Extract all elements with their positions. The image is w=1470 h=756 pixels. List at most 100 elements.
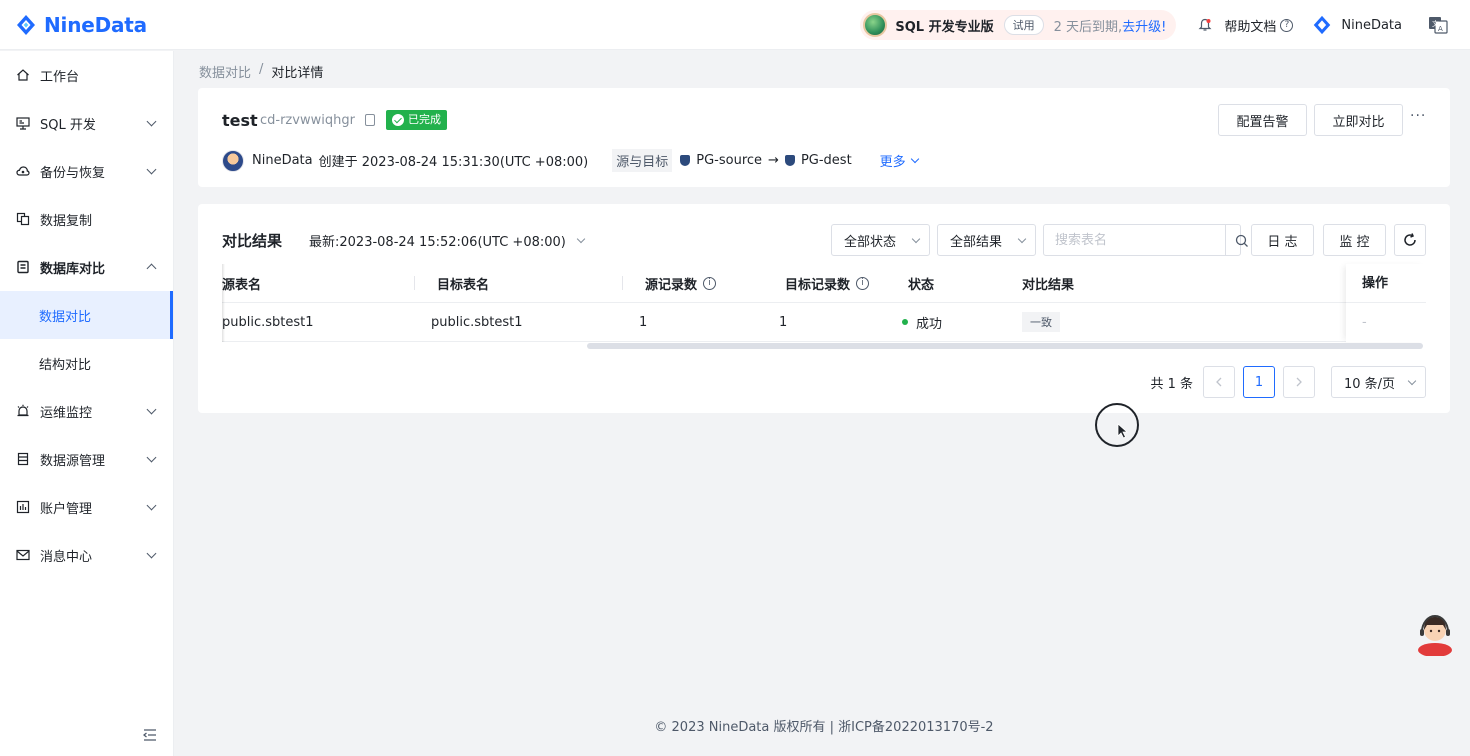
result-filter-value: 全部结果 [950,234,1003,250]
user-name: NineData [1341,17,1402,33]
sidebar-item-workbench[interactable]: 工作台 [0,51,173,99]
latest-run-select[interactable]: 最新:2023-08-24 15:52:06(UTC +08:00) [309,231,586,250]
user-menu[interactable]: NineData [1311,14,1402,36]
latest-run-text: 最新:2023-08-24 15:52:06(UTC +08:00) [309,235,566,250]
sidebar-item-sql-dev[interactable]: SQL 开发 [0,99,173,147]
status-text: 已完成 [408,113,441,126]
table-header: 源表名 目标表名 源记录数 i 目标记录数 i 状态 对比结果 [222,264,1426,303]
prev-page-button[interactable] [1203,366,1235,398]
alarm-icon [17,404,29,417]
breadcrumb: 数据对比 / 对比详情 [199,62,323,81]
check-circle-icon [392,114,404,126]
language-switch-icon[interactable]: 文 A [1428,15,1448,35]
sidebar: 工作台 SQL 开发 备份与恢复 数据复制 数据库对比 数据对比 结构对比 运维… [0,51,174,756]
status-badge: 已完成 [386,110,447,130]
col-label: 对比结果 [1022,277,1075,293]
scroll-shadow [222,264,225,342]
collapse-sidebar-icon[interactable] [143,729,157,741]
col-target-count: 目标记录数 i [762,274,902,293]
cell-target-table: public.sbtest1 [431,314,523,330]
col-label: 源记录数 [645,277,698,293]
info-icon[interactable]: i [703,276,717,290]
horizontal-scrollbar[interactable] [587,343,1423,349]
chevron-down-icon [146,164,157,175]
plan-banner[interactable]: SQL 开发专业版 试用 2 天后到期, 去升级! [860,10,1177,40]
col-source-count: 源记录数 i [622,274,762,293]
table-row[interactable]: public.sbtest1 public.sbtest1 1 1 成功 一致 [222,303,1426,342]
breadcrumb-parent[interactable]: 数据对比 [199,62,251,81]
compare-now-button[interactable]: 立即对比 [1314,104,1403,136]
status-text: 成功 [916,316,943,332]
sidebar-item-account[interactable]: 账户管理 [0,483,173,531]
more-link[interactable]: 更多 [879,151,919,170]
log-button[interactable]: 日 志 [1251,224,1314,256]
more-label: 更多 [879,155,906,170]
status-filter-select[interactable]: 全部状态 [831,224,930,256]
created-time: 创建于 2023-08-24 15:31:30(UTC +08:00) [318,155,589,170]
next-page-button[interactable] [1283,366,1315,398]
monitor-button[interactable]: 监 控 [1323,224,1386,256]
sidebar-item-datasource[interactable]: 数据源管理 [0,435,173,483]
result-table: 源表名 目标表名 源记录数 i 目标记录数 i 状态 对比结果 public.sbt… [222,264,1426,349]
sidebar-item-label: 数据源管理 [40,453,106,469]
col-operation: 操作 - [1346,264,1426,342]
page-size-select[interactable]: 10 条/页 [1331,366,1426,398]
sidebar-item-backup[interactable]: 备份与恢复 [0,147,173,195]
trial-badge: 试用 [1003,15,1044,35]
plan-avatar-icon [863,13,888,37]
help-label: 帮助文档 [1224,19,1277,35]
sidebar-sub-label: 结构对比 [39,357,92,373]
result-filter-select[interactable]: 全部结果 [937,224,1036,256]
top-bar: NineData SQL 开发专业版 试用 2 天后到期, 去升级! 帮助文档 … [0,0,1470,50]
user-avatar-icon [1314,15,1331,35]
col-label: 源表名 [222,277,262,293]
help-docs-link[interactable]: 帮助文档 ? [1224,16,1294,35]
cell-target-count: 1 [779,314,788,330]
sidebar-sub-label: 数据对比 [39,309,92,325]
plan-name: SQL 开发专业版 [895,19,994,35]
brand-logo[interactable]: NineData [14,13,147,37]
compare-result-card: 对比结果 最新:2023-08-24 15:52:06(UTC +08:00) … [198,204,1450,413]
sidebar-item-replication[interactable]: 数据复制 [0,195,173,243]
breadcrumb-current: 对比详情 [271,66,324,81]
table-search-input[interactable] [1044,225,1225,255]
result-chip: 一致 [1022,312,1060,332]
chevron-down-icon [1407,376,1417,386]
source-name: PG-source [696,153,763,168]
cursor-highlight [1095,403,1139,447]
creator-name: NineData [252,153,313,168]
sidebar-item-db-compare[interactable]: 数据库对比 [0,243,173,291]
success-dot-icon [902,319,908,325]
customer-support-icon[interactable] [1416,610,1454,656]
question-icon: ? [1280,18,1294,32]
chevron-down-icon [910,154,919,163]
config-alert-button[interactable]: 配置告警 [1218,104,1307,136]
info-icon[interactable]: i [856,276,870,290]
mail-icon [16,549,30,561]
sidebar-item-ops-monitor[interactable]: 运维监控 [0,387,173,435]
sidebar-item-messages[interactable]: 消息中心 [0,531,173,579]
home-icon [17,69,29,81]
refresh-icon [1404,233,1416,246]
sidebar-sub-data-compare[interactable]: 数据对比 [0,291,173,339]
brand-name: NineData [44,12,147,37]
breadcrumb-separator: / [259,62,264,77]
sidebar-sub-structure-compare[interactable]: 结构对比 [0,339,173,387]
upgrade-link[interactable]: 去升级! [1122,16,1166,35]
more-actions-icon[interactable]: ··· [1410,108,1426,124]
expire-text: 2 天后到期, [1053,19,1123,35]
cell-source-table: public.sbtest1 [222,314,314,330]
search-button[interactable] [1225,225,1248,255]
page-button[interactable]: 1 [1243,366,1275,398]
copy-icon[interactable] [365,114,375,126]
refresh-button[interactable] [1394,224,1426,256]
footer-copyright: © 2023 NineData 版权所有 | 浙ICP备2022013170号-… [654,720,994,735]
chevron-down-icon [146,452,157,463]
bell-icon[interactable] [1198,18,1212,32]
col-target-table: 目标表名 [414,274,622,293]
postgres-icon [680,155,691,166]
monitor-icon [16,117,30,130]
cell-operation: - [1362,315,1367,330]
col-label: 目标表名 [437,277,490,293]
chevron-right-icon [1296,377,1302,387]
